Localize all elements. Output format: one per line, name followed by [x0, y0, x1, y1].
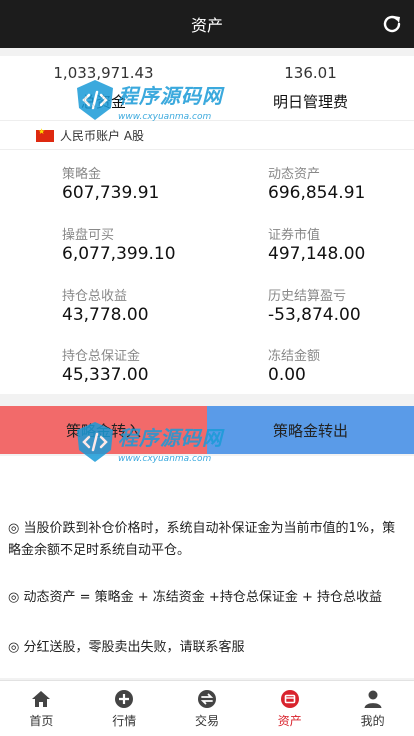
account-label: 人民币账户 A股: [60, 129, 145, 143]
total-funds-value: 1,033,971.43: [53, 64, 154, 82]
account-bar: 人民币账户 A股: [0, 120, 414, 150]
tab-assets[interactable]: 资产: [248, 681, 331, 736]
metric-buying-power: 操盘可买 6,077,399.10: [62, 211, 269, 271]
page-title: 资产: [190, 16, 223, 35]
funds-summary: 1,033,971.43 总资金 136.01 明日管理费: [0, 56, 414, 120]
metric-value: 0.00: [268, 365, 306, 385]
metric-label: 证券市值: [268, 228, 321, 243]
tab-label: 我的: [360, 714, 385, 728]
metric-position-profit: 持仓总收益 43,778.00: [62, 272, 269, 332]
metric-dynamic-assets: 动态资产 696,854.91: [268, 150, 414, 210]
metrics-grid: 策略金 607,739.91 动态资产 696,854.91 操盘可买 6,07…: [0, 150, 414, 394]
assets-screen: 资产 1,033,971.43 总资金 136.01 明日管理费 人民币账户 A…: [0, 0, 414, 736]
transfer-in-button[interactable]: 策略金转入: [0, 406, 207, 454]
transfer-actions: 策略金转入 策略金转出: [0, 406, 414, 454]
metric-label: 历史结算盈亏: [268, 289, 347, 304]
exchange-icon: [197, 690, 216, 708]
top-header: 资产: [0, 0, 414, 48]
tab-label: 资产: [277, 714, 302, 728]
metric-frozen-amount: 冻结金额 0.00: [268, 332, 414, 392]
home-icon: [32, 691, 51, 707]
note-dividend: ◎ 分红送股，零股卖出失败，请联系客服: [8, 640, 245, 655]
notes-panel: ◎ 当股价跌到补仓价格时，系统自动补保证金为当前市值的1%，策略金余额不足时系统…: [0, 456, 414, 678]
metric-value: 696,854.91: [268, 183, 366, 203]
metric-value: 6,077,399.10: [62, 244, 176, 264]
note-dynamic-assets: ◎ 动态资产 = 策略金 + 冻结资金 +持仓总保证金 + 持仓总收益: [8, 590, 382, 605]
transfer-out-button[interactable]: 策略金转出: [207, 406, 414, 454]
metric-label: 持仓总保证金: [62, 349, 141, 364]
metric-value: 45,337.00: [62, 365, 149, 385]
note-auto-margin: ◎ 当股价跌到补仓价格时，系统自动补保证金为当前市值的1%，策略金余额不足时系统…: [8, 521, 396, 558]
tab-market[interactable]: 行情: [83, 681, 166, 736]
metric-market-value: 证券市值 497,148.00: [268, 211, 414, 271]
metric-label: 持仓总收益: [62, 289, 128, 304]
tab-label: 首页: [29, 714, 54, 728]
bottom-tab-bar: 首页 行情 交易 资产 我的: [0, 680, 414, 736]
metric-value: 497,148.00: [268, 244, 366, 264]
refresh-icon[interactable]: [380, 12, 404, 36]
user-icon: [364, 690, 382, 708]
metric-value: 43,778.00: [62, 305, 149, 325]
tab-label: 行情: [112, 714, 137, 728]
tomorrow-fee-value: 136.01: [284, 64, 337, 82]
tomorrow-fee-label: 明日管理费: [272, 93, 348, 111]
metric-total-margin: 持仓总保证金 45,337.00: [62, 332, 269, 392]
tab-trade[interactable]: 交易: [166, 681, 249, 736]
wallet-icon: [280, 690, 299, 708]
plus-circle-icon: [115, 690, 134, 708]
china-flag-icon: [36, 127, 54, 142]
total-funds-label: 总资金: [80, 93, 126, 111]
tab-label: 交易: [194, 714, 219, 728]
metric-value: 607,739.91: [62, 183, 160, 203]
metric-historical-pnl: 历史结算盈亏 -53,874.00: [268, 272, 414, 332]
metric-label: 策略金: [62, 167, 102, 182]
tab-mine[interactable]: 我的: [331, 681, 414, 736]
metric-label: 操盘可买: [62, 228, 115, 243]
metric-value: -53,874.00: [268, 305, 361, 325]
tab-home[interactable]: 首页: [0, 681, 83, 736]
metric-strategy-funds: 策略金 607,739.91: [62, 150, 269, 210]
metric-label: 动态资产: [268, 167, 321, 182]
metric-label: 冻结金额: [268, 349, 321, 364]
